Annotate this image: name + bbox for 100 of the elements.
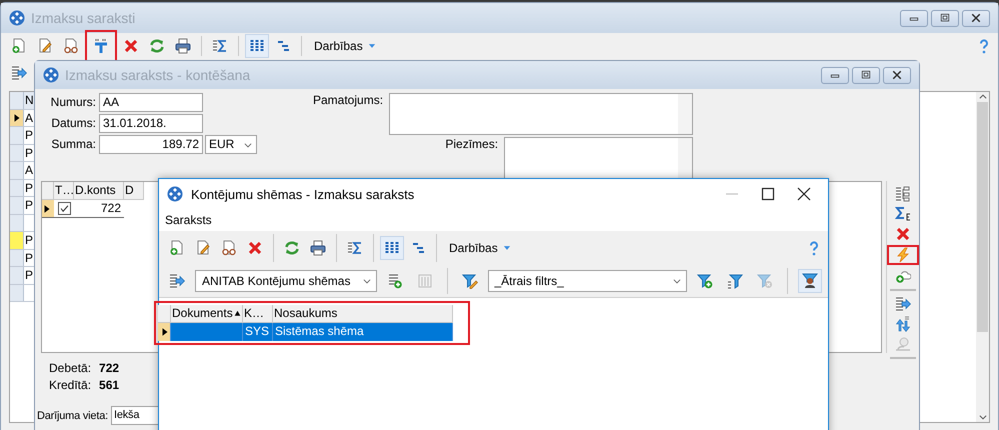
row-header[interactable] [158,323,171,341]
text-area[interactable] [389,93,694,135]
input-field[interactable]: 189.72 [99,135,203,154]
table-cell-text: P [24,250,34,266]
sort-arrow-icon [232,309,242,318]
split-icon [93,38,109,54]
table-cell-text: A [24,162,34,178]
columns-icon [384,240,400,256]
refresh-icon [284,240,300,256]
row-header[interactable] [42,200,54,218]
close-button[interactable] [962,10,990,26]
tree-icon [275,38,291,54]
window-title: Izmaksu saraksts - kontēšana [65,67,250,83]
maximize-button[interactable] [931,10,959,26]
table-cell-text: P [24,127,34,144]
filter-add-icon [697,273,714,289]
hierarchy-icon [895,186,911,202]
window-title: Izmaksu saraksti [31,10,136,26]
glasses-icon [63,38,79,54]
filter-clear-icon [757,273,774,289]
list-add-icon [386,273,403,289]
row-pointer-icon [12,112,22,123]
list-icon [416,273,433,289]
column-header[interactable]: D [124,182,144,200]
new-document-icon [169,240,185,256]
app-icon [43,67,59,83]
filter-edit-icon [462,273,478,289]
table-cell: Sistēmas shēma [273,323,453,341]
close-icon [891,69,903,81]
minimize-button[interactable] [821,66,849,84]
maximize-icon [939,12,951,24]
person-filter-icon [802,273,818,289]
field-label: Numurs: [50,94,97,111]
actions-menu[interactable]: Darbības [308,35,383,57]
dropdown[interactable]: ANITAB Kontējumu shēmas [194,270,377,292]
lightning-icon [895,247,911,263]
magnifier-icon [895,336,911,352]
field-label: Piezīmes: [445,137,500,153]
table-cell-text: P [24,197,34,214]
minimize-button[interactable] [900,10,928,26]
corner-cell [42,182,54,200]
column-header[interactable]: K… [243,305,273,323]
checkbox[interactable] [58,202,70,215]
app-icon [9,10,25,26]
delete-icon [895,226,911,242]
list-arrow-icon [895,296,911,312]
currency-dropdown[interactable]: EUR [205,135,257,154]
field-label: Darījuma vieta: [37,410,108,422]
total-label: Kredītā: [49,378,92,392]
input-field[interactable]: 31.01.2018. [99,114,203,133]
column-header[interactable]: T… [54,182,74,200]
dropdown[interactable]: _Ātrais filtrs_ [488,270,688,292]
scrollbar[interactable] [976,92,989,422]
close-button[interactable] [883,66,911,84]
actions-menu[interactable]: Darbības [443,237,518,259]
close-icon[interactable] [796,186,812,202]
table-cell-text: P [24,232,34,248]
list-arrow-icon [168,273,185,289]
total-label: Debetā: [49,361,92,375]
row-header[interactable] [10,110,24,126]
table-cell-text: A [24,110,34,126]
field-label: Summa: [50,136,97,153]
input-field[interactable]: AA [99,93,203,112]
table-cell-text: P [24,144,34,161]
maximize-icon[interactable] [760,186,776,202]
close-icon [970,12,982,24]
column-header[interactable]: Nosaukums [273,305,453,323]
new-document-icon [11,38,27,54]
printer-icon [175,38,191,54]
menu-item[interactable]: Saraksts [165,213,212,227]
sum-icon [895,206,911,222]
sum-icon [212,38,228,54]
table-cell: 722 [74,200,124,218]
column-header[interactable]: N [24,92,35,108]
sum-icon [347,240,363,256]
maximize-icon [860,69,872,81]
edit-icon [195,240,211,256]
corner-cell [158,305,171,323]
app-icon [167,186,183,202]
swap-icon [895,316,911,332]
window-title: Kontējumu shēmas - Izmaksu saraksts [191,186,414,202]
table-cell: SYS [243,323,273,341]
filter-icon [727,273,744,289]
checkmark-icon [58,203,70,214]
table-cell-text: P [24,180,34,196]
text-area[interactable] [504,137,694,179]
table-cell-text: P [24,267,34,284]
column-header[interactable]: D.konts [74,182,124,200]
maximize-button[interactable] [852,66,880,84]
column-header[interactable]: Dokuments [171,305,243,323]
field-label: Datums: [50,115,97,132]
delete-icon [123,38,139,54]
total-value: 722 [99,361,120,375]
row-pointer-icon [42,204,52,214]
total-value: 561 [99,378,120,392]
columns-icon [249,38,265,54]
refresh-icon [149,38,165,54]
list-arrow-icon[interactable] [11,65,27,81]
printer-icon [310,240,326,256]
glasses-icon [221,240,237,256]
